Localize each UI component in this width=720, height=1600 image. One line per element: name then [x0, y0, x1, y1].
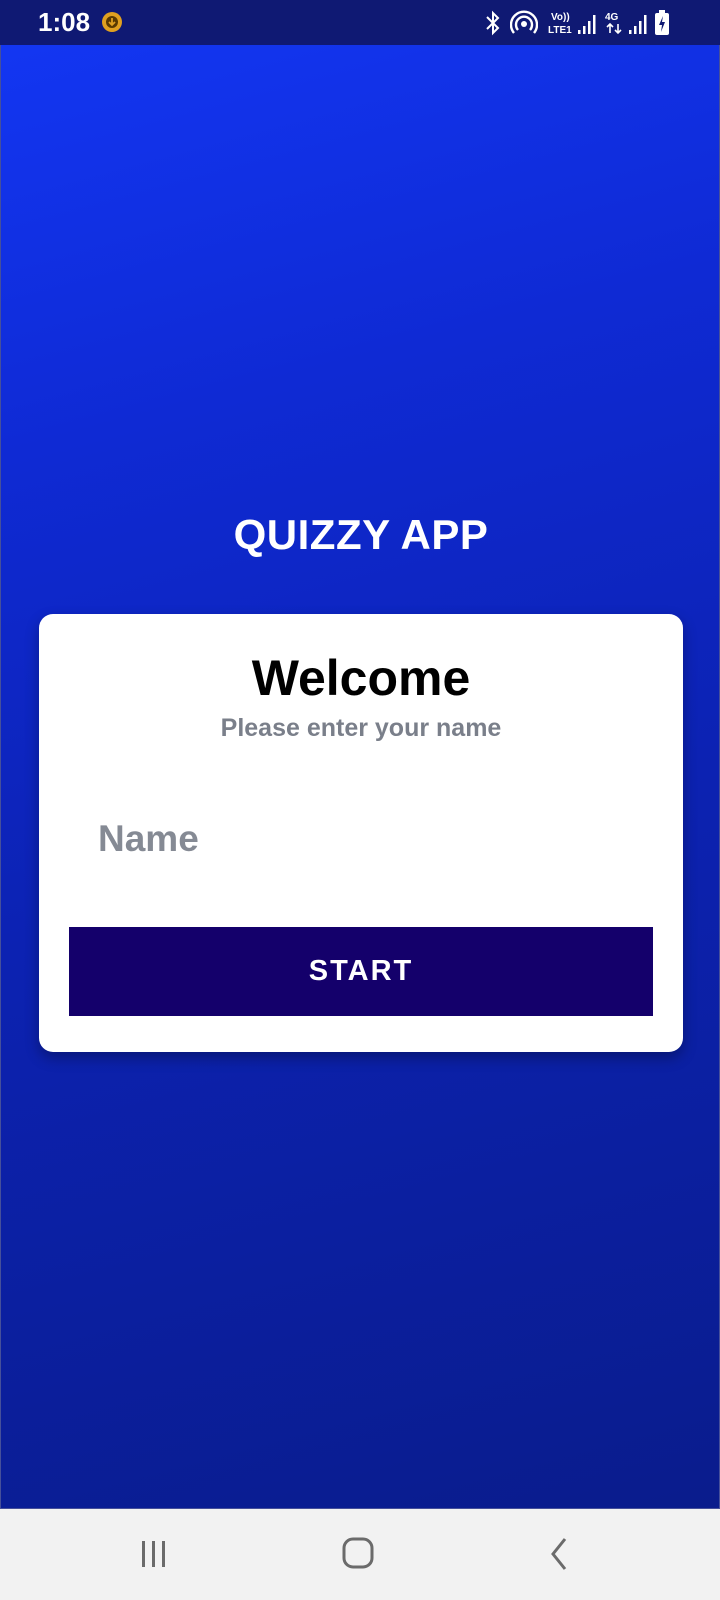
battery-icon	[655, 10, 669, 35]
status-icons: Vo)) LTE1 4G	[484, 8, 684, 38]
volte-label: Vo))	[551, 12, 570, 23]
welcome-subtitle: Please enter your name	[220, 714, 502, 742]
lte-label: LTE1	[548, 25, 572, 36]
recents-icon[interactable]	[127, 1529, 187, 1579]
main-area: QUIZZY APP Welcome Please enter your nam…	[0, 45, 720, 1509]
welcome-card: Welcome Please enter your name START	[39, 614, 683, 1052]
signal-icon	[629, 15, 647, 34]
start-button[interactable]: START	[69, 927, 653, 1016]
4g-icon: 4G	[605, 12, 622, 35]
status-bar: 1:08 Vo)) LTE1 4G	[0, 0, 720, 45]
name-input[interactable]	[98, 804, 638, 874]
home-icon[interactable]	[328, 1529, 388, 1579]
status-time: 1:08	[38, 7, 91, 37]
screen: 1:08 Vo)) LTE1 4G QUIZZY APP Welcome Ple…	[0, 0, 720, 1600]
download-icon	[102, 12, 122, 32]
app-title: QUIZZY APP	[233, 511, 489, 558]
welcome-heading: Welcome	[251, 650, 471, 706]
volte-icon: Vo)) LTE1	[548, 12, 572, 36]
back-icon[interactable]	[530, 1529, 590, 1579]
signal-icon	[578, 15, 596, 34]
network-label: 4G	[605, 12, 619, 23]
navigation-bar	[0, 1509, 720, 1600]
hotspot-icon	[510, 10, 538, 34]
bluetooth-icon	[486, 10, 500, 36]
